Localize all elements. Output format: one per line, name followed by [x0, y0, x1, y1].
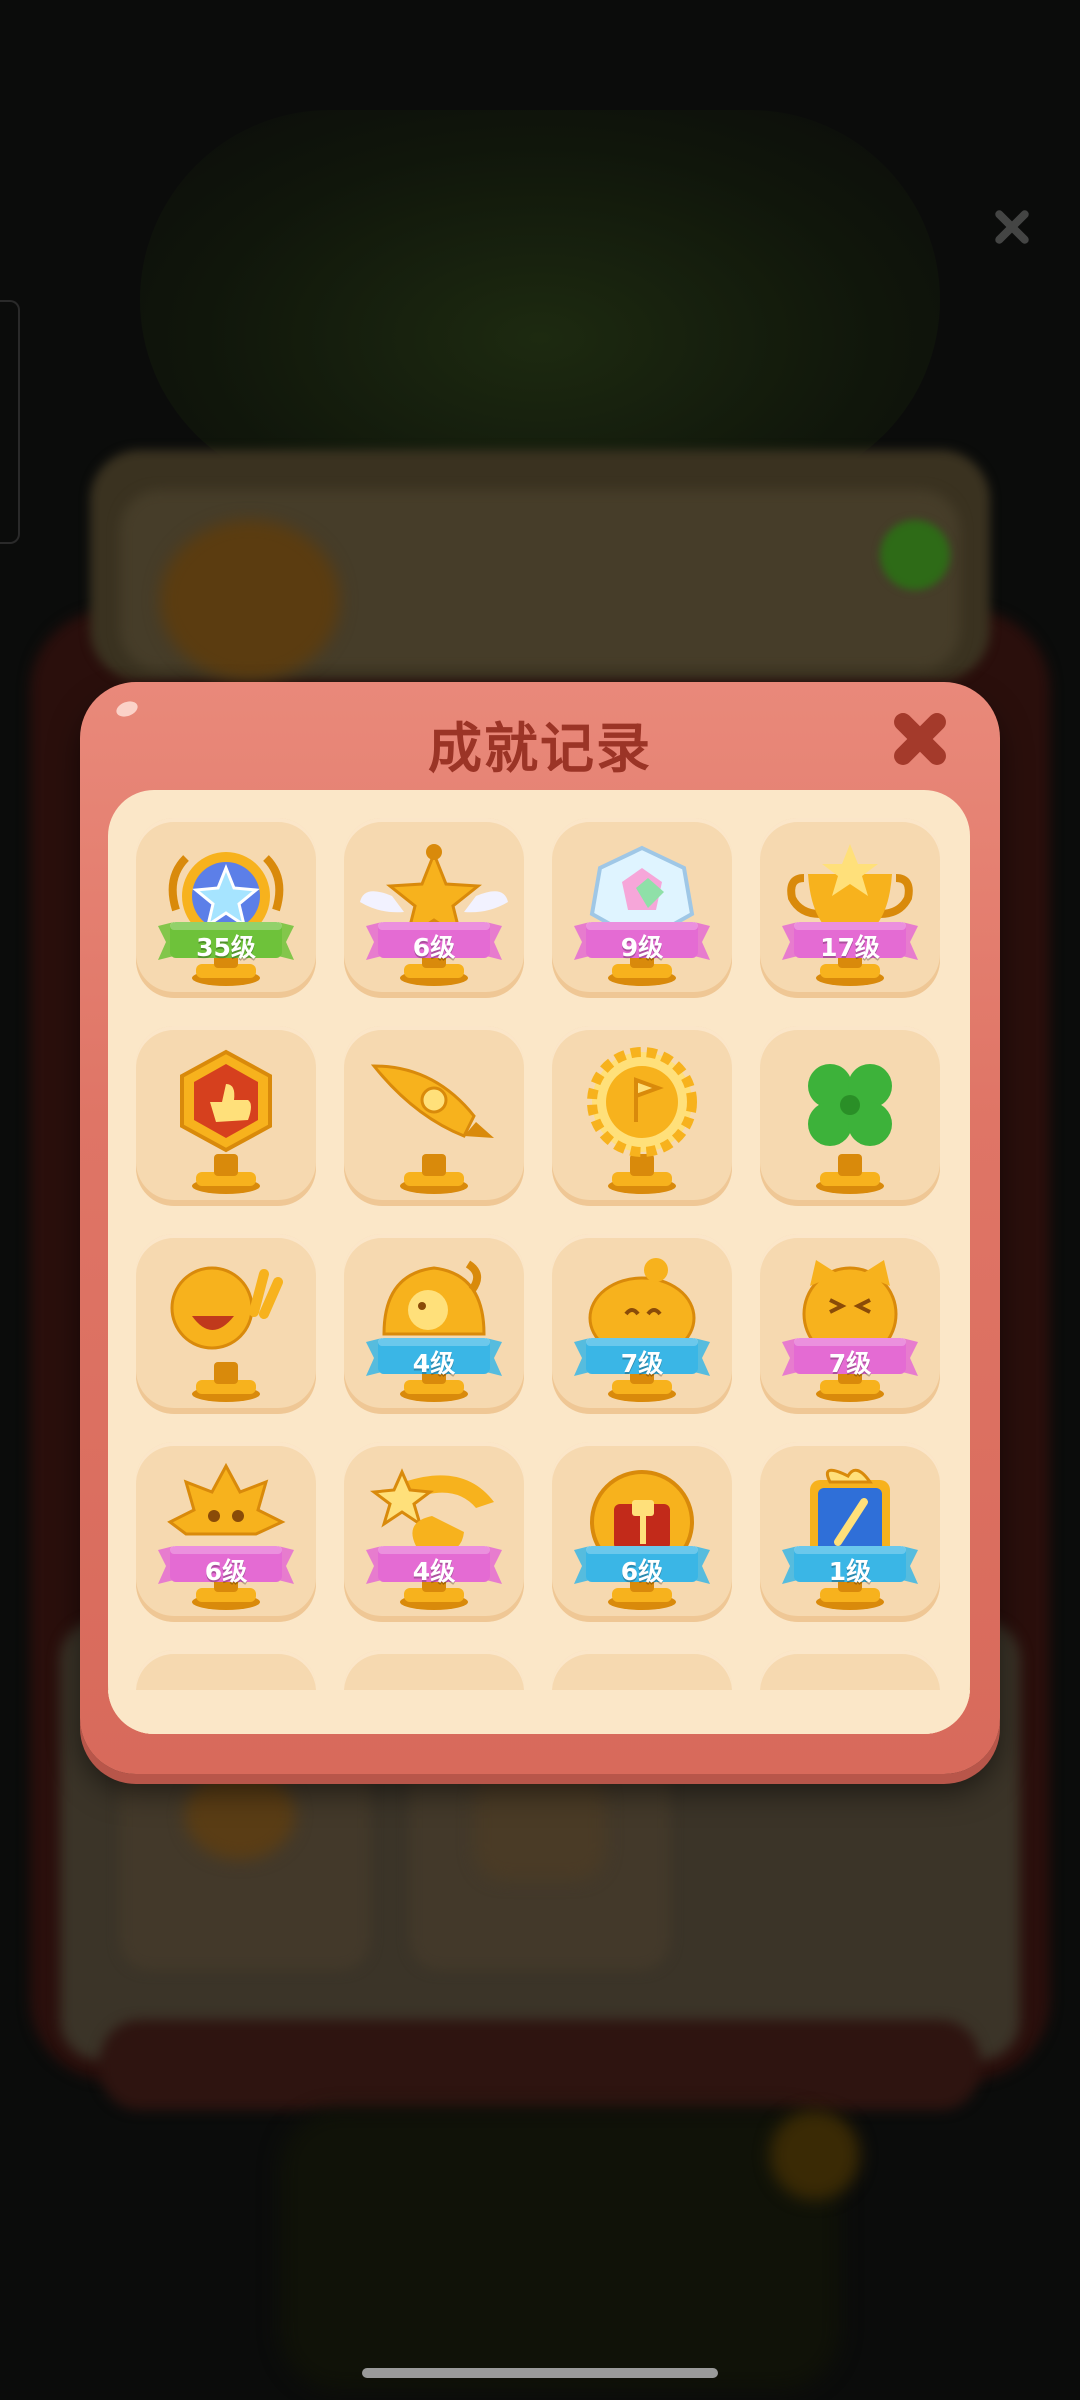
achievement-grid: 35级 6级 9级 17级 4级 7级 7级 6级 4级 6级 1级 [136, 818, 942, 1734]
achievement-level-label: 7级 [828, 1349, 872, 1378]
background-strip [100, 2020, 980, 2110]
laughing-face-peace-trophy-icon [170, 1266, 283, 1402]
chick-trophy-icon [366, 1260, 502, 1402]
achievement-badge[interactable]: 35级 [136, 818, 316, 998]
achievement-badge[interactable]: 1级 [760, 1442, 940, 1622]
achievement-badge[interactable]: 6级 [136, 1442, 316, 1622]
dialog-title: 成就记录 [428, 717, 652, 780]
background-tile-icon-2 [475, 1770, 605, 1880]
rainbow-star-medal-icon [158, 852, 294, 986]
gold-stars-cup-icon [782, 844, 918, 986]
winged-star-trophy-icon [360, 844, 508, 986]
background-orange-orb [770, 2110, 860, 2200]
background-tile-icon-1 [185, 1770, 295, 1860]
achievement-badge[interactable] [136, 1026, 316, 1206]
achievement-badge[interactable]: 6级 [344, 818, 524, 998]
sun-flag-trophy-icon [587, 1047, 697, 1194]
blue-card-bow-trophy-icon [782, 1468, 918, 1610]
side-edge-tab [0, 300, 20, 544]
shooting-star-hand-trophy-icon [366, 1468, 502, 1610]
achievement-list[interactable]: 35级 6级 9级 17级 4级 7级 7级 6级 4级 6级 1级 [108, 790, 970, 1734]
achievement-badge[interactable]: 4级 [344, 1234, 524, 1414]
background-bottom [280, 2110, 840, 2390]
rocket-trophy-icon [370, 1064, 494, 1194]
achievement-badge[interactable]: 4级 [344, 1442, 524, 1622]
close-icon[interactable] [888, 708, 950, 770]
achievement-level-label: 6级 [412, 933, 456, 962]
achievement-level-label: 6级 [620, 1557, 664, 1586]
achievement-badge[interactable]: 6级 [552, 1442, 732, 1622]
hammer-emblem-trophy-icon [574, 1470, 710, 1610]
achievement-badge[interactable] [760, 1026, 940, 1206]
achievement-level-label: 6级 [204, 1557, 248, 1586]
achievement-level-label: 9级 [620, 933, 664, 962]
achievement-badge[interactable] [344, 1026, 524, 1206]
list-bottom-edge [108, 1690, 970, 1734]
spiky-monster-trophy-icon [158, 1462, 294, 1610]
achievement-badge[interactable] [136, 1234, 316, 1414]
background-green-badge [880, 520, 950, 590]
achievement-level-label: 4级 [412, 1557, 456, 1586]
cat-face-trophy-icon [782, 1260, 918, 1402]
achievement-level-label: 1级 [828, 1557, 872, 1586]
achievement-level-label: 7级 [620, 1349, 664, 1378]
thumbs-up-hexagon-trophy-icon [180, 1049, 272, 1194]
achievement-badge[interactable] [552, 1026, 732, 1206]
achievement-badge[interactable]: 9级 [552, 818, 732, 998]
achievement-record-dialog: 成就记录 35级 6级 9级 17级 4级 7级 7级 6级 4级 6级 1级 [80, 682, 1000, 1774]
background-close-icon [990, 205, 1034, 249]
achievement-badge[interactable]: 7级 [760, 1234, 940, 1414]
background-avatar [160, 520, 340, 680]
achievement-level-label: 4级 [412, 1349, 456, 1378]
achievement-badge[interactable]: 17级 [760, 818, 940, 998]
home-indicator[interactable] [362, 2368, 718, 2378]
four-leaf-clover-trophy-icon [808, 1064, 892, 1194]
achievement-level-label: 35级 [196, 933, 256, 962]
smiling-blob-trophy-icon [574, 1258, 710, 1402]
crystal-gem-trophy-icon [574, 845, 710, 986]
achievement-level-label: 17级 [820, 933, 880, 962]
background-green-banner [140, 110, 940, 490]
achievement-badge[interactable]: 7级 [552, 1234, 732, 1414]
